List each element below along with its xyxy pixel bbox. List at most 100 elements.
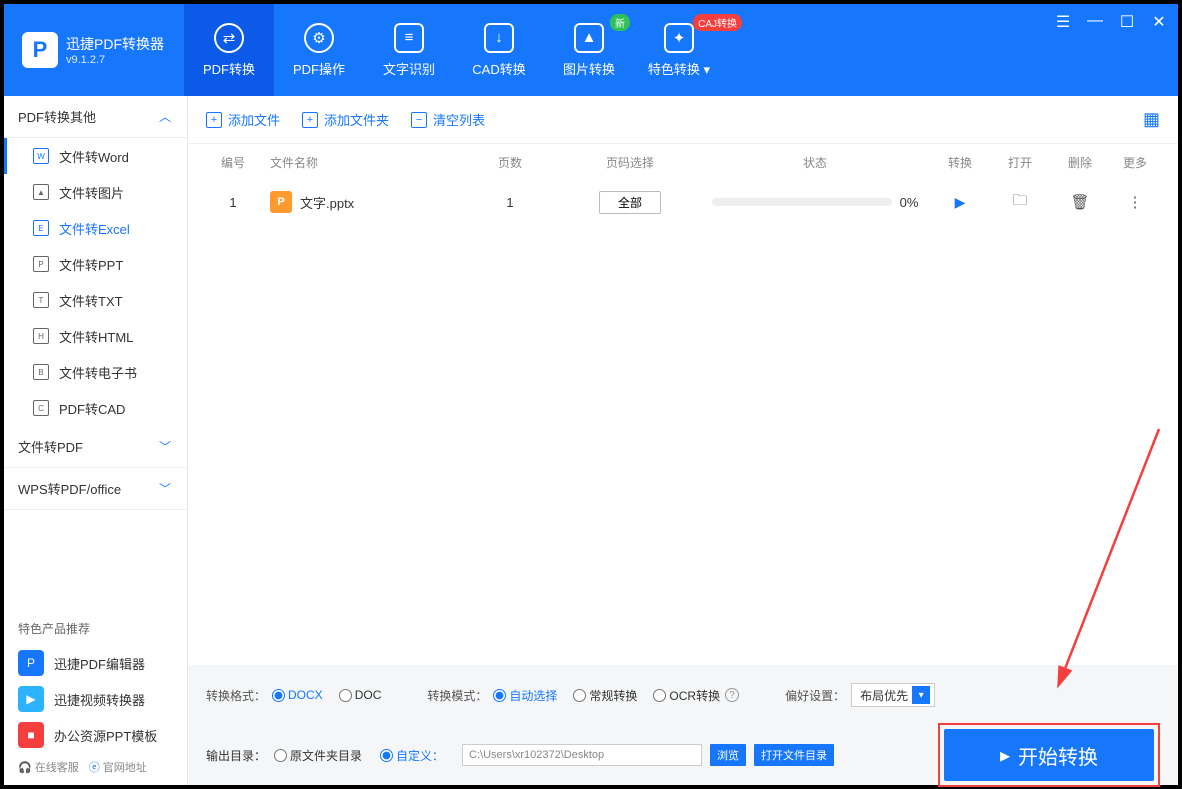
convert-play-icon[interactable]: ▶	[955, 194, 966, 210]
start-convert-button[interactable]: ▸ 开始转换	[944, 729, 1154, 781]
col-number: 编号	[206, 154, 260, 171]
mode-ocr-radio[interactable]: OCR转换?	[653, 687, 739, 704]
chevron-down-icon: ﹀	[159, 438, 171, 455]
promo-video-converter[interactable]: ▶ 迅捷视频转换器	[4, 681, 187, 717]
ie-icon: ⓔ	[89, 759, 100, 775]
delete-icon[interactable]: 🗑	[1070, 194, 1089, 211]
tab-cad[interactable]: ↓ CAD转换	[454, 4, 544, 96]
sidebar-item-to-txt[interactable]: T 文件转TXT	[4, 282, 187, 318]
table-header: 编号 文件名称 页数 页码选择 状态 转换 打开 删除 更多	[188, 144, 1178, 180]
pref-select[interactable]: 布局优先 ▾	[851, 683, 935, 707]
toolbar: + 添加文件 + 添加文件夹 − 清空列表 ▦	[188, 96, 1178, 144]
app-logo-block: P 迅捷PDF转换器 v9.1.2.7	[4, 4, 184, 96]
download-icon: ↓	[484, 23, 514, 53]
format-doc-radio[interactable]: DOC	[339, 688, 382, 702]
ebook-icon: B	[33, 364, 49, 380]
app-name: 迅捷PDF转换器	[66, 34, 164, 54]
window-controls: ☰ — ☐ ✕	[1054, 12, 1168, 32]
app-version: v9.1.2.7	[66, 54, 164, 66]
file-list: 1 P 文字.pptx 1 全部 0% ▶ 🗀 🗑	[188, 180, 1178, 665]
sidebar-item-to-image[interactable]: ▲ 文件转图片	[4, 174, 187, 210]
promo-ppt-templates[interactable]: ■ 办公资源PPT模板	[4, 717, 187, 753]
headset-icon: 🎧	[18, 761, 32, 774]
page-count: 1	[460, 195, 560, 210]
pptx-icon: P	[270, 191, 292, 213]
col-pages: 页数	[460, 154, 560, 171]
clear-list-button[interactable]: − 清空列表	[411, 110, 485, 129]
start-button-highlight: ▸ 开始转换	[938, 723, 1160, 787]
chevron-down-icon: ▾	[912, 686, 930, 704]
tab-pdf-operate[interactable]: ⚙ PDF操作	[274, 4, 364, 96]
play-box-icon: ▸	[1000, 743, 1010, 768]
sidebar-item-to-ppt[interactable]: P 文件转PPT	[4, 246, 187, 282]
maximize-icon[interactable]: ☐	[1118, 12, 1136, 32]
sidebar-footer: 🎧在线客服 ⓔ官网地址	[4, 753, 187, 785]
html-icon: H	[33, 328, 49, 344]
txt-icon: T	[33, 292, 49, 308]
cad-icon: C	[33, 400, 49, 416]
options-bar: 转换格式： DOCX DOC 转换模式： 自动选择 常规转换 OCR转换? 偏好…	[188, 665, 1178, 725]
sidebar-item-to-word[interactable]: W 文件转Word	[4, 138, 187, 174]
ppt-icon: P	[33, 256, 49, 272]
mode-label: 转换模式：	[427, 687, 487, 704]
caj-badge: CAJ转换	[693, 14, 742, 31]
add-folder-button[interactable]: + 添加文件夹	[302, 110, 389, 129]
sidebar-item-to-excel[interactable]: E 文件转Excel	[4, 210, 187, 246]
open-folder-icon[interactable]: 🗀	[1012, 192, 1027, 209]
mode-auto-radio[interactable]: 自动选择	[493, 687, 557, 704]
table-row[interactable]: 1 P 文字.pptx 1 全部 0% ▶ 🗀 🗑	[188, 180, 1178, 224]
progress-bar	[712, 198, 892, 206]
sidebar-item-to-ebook[interactable]: B 文件转电子书	[4, 354, 187, 390]
sidebar-group-pdf-to-other[interactable]: PDF转换其他 ︿	[4, 96, 187, 138]
help-icon[interactable]: ?	[725, 688, 739, 702]
col-range: 页码选择	[560, 154, 700, 171]
sidebar: PDF转换其他 ︿ W 文件转Word ▲ 文件转图片 E 文件转Excel P…	[4, 96, 188, 785]
output-custom-radio[interactable]: 自定义：	[380, 747, 444, 764]
open-output-dir-button[interactable]: 打开文件目录	[754, 744, 834, 766]
close-icon[interactable]: ✕	[1150, 12, 1168, 32]
col-convert: 转换	[930, 154, 990, 171]
promo-pdf-editor[interactable]: P 迅捷PDF编辑器	[4, 645, 187, 681]
tab-special[interactable]: CAJ转换 ✦ 特色转换 ▾	[634, 4, 724, 96]
tab-ocr[interactable]: ≡ 文字识别	[364, 4, 454, 96]
gear-icon: ⚙	[304, 23, 334, 53]
file-name: 文字.pptx	[300, 193, 354, 212]
video-icon: ▶	[18, 686, 44, 712]
col-filename: 文件名称	[260, 154, 460, 171]
pref-label: 偏好设置：	[785, 687, 845, 704]
tab-image[interactable]: 新 ▲ 图片转换	[544, 4, 634, 96]
sidebar-group-wps[interactable]: WPS转PDF/office ﹀	[4, 468, 187, 510]
col-delete: 删除	[1050, 154, 1110, 171]
main-area: + 添加文件 + 添加文件夹 − 清空列表 ▦ 编号 文件名称 页数 页码选择 …	[188, 96, 1178, 785]
col-status: 状态	[700, 154, 930, 171]
text-icon: ≡	[394, 23, 424, 53]
page-range-button[interactable]: 全部	[599, 191, 661, 214]
format-docx-radio[interactable]: DOCX	[272, 688, 323, 702]
output-original-radio[interactable]: 原文件夹目录	[274, 747, 362, 764]
official-site-link[interactable]: ⓔ官网地址	[89, 759, 147, 775]
sidebar-item-to-html[interactable]: H 文件转HTML	[4, 318, 187, 354]
sidebar-item-to-cad[interactable]: C PDF转CAD	[4, 390, 187, 426]
output-path-input[interactable]	[462, 744, 702, 766]
grid-view-icon[interactable]: ▦	[1143, 109, 1160, 130]
promo-title: 特色产品推荐	[4, 612, 187, 645]
progress-percent: 0%	[900, 195, 919, 210]
output-bar: 输出目录： 原文件夹目录 自定义： 浏览 打开文件目录 ▸ 开始转换	[188, 725, 1178, 785]
menu-icon[interactable]: ☰	[1054, 12, 1072, 32]
star-icon: ✦	[664, 23, 694, 53]
image-icon: ▲	[574, 23, 604, 53]
row-number: 1	[206, 195, 260, 210]
tab-pdf-convert[interactable]: ⇄ PDF转换	[184, 4, 274, 96]
image-icon: ▲	[33, 184, 49, 200]
mode-normal-radio[interactable]: 常规转换	[573, 687, 637, 704]
browse-button[interactable]: 浏览	[710, 744, 746, 766]
sidebar-group-to-pdf[interactable]: 文件转PDF ﹀	[4, 426, 187, 468]
minimize-icon[interactable]: —	[1086, 12, 1104, 32]
online-service-link[interactable]: 🎧在线客服	[18, 759, 79, 775]
word-icon: W	[33, 148, 49, 164]
more-icon[interactable]: ⋮	[1128, 194, 1143, 211]
col-open: 打开	[990, 154, 1050, 171]
template-icon: ■	[18, 722, 44, 748]
chevron-up-icon: ︿	[159, 108, 171, 125]
add-file-button[interactable]: + 添加文件	[206, 110, 280, 129]
